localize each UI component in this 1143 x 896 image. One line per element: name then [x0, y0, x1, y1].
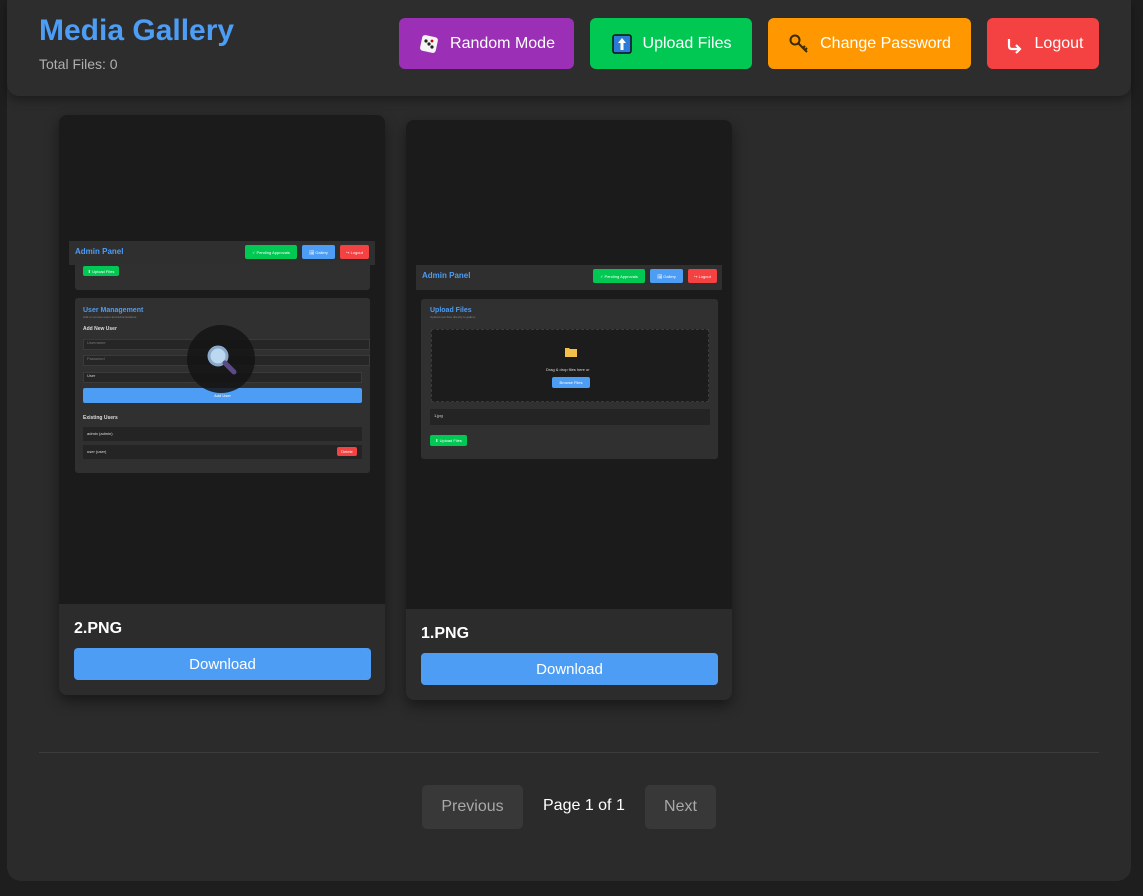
media-thumbnail[interactable]: Admin Panel ✓ Pending Approvals 🖼 Galler…	[406, 120, 732, 609]
preview-delete-button: Delete	[337, 447, 357, 456]
preview-header: Admin Panel ✓ Pending Approvals 🖼 Galler…	[69, 241, 375, 265]
media-card: Admin Panel ✓ Pending Approvals 🖼 Galler…	[59, 115, 385, 695]
preview-pending-button: ✓ Pending Approvals	[245, 245, 297, 259]
preview-section-subtitle: Upload new files directly to gallery	[430, 315, 476, 319]
download-button[interactable]: Download	[421, 653, 718, 685]
file-name: 1.PNG	[421, 625, 470, 642]
change-password-label: Change Password	[820, 34, 951, 52]
preview-user-row: user (user)	[83, 445, 362, 459]
page-info: Page 1 of 1	[543, 797, 625, 814]
preview-upload-button: ⬆ Upload Files	[83, 266, 119, 276]
preview-pending-button: ✓ Pending Approvals	[593, 269, 645, 283]
media-thumbnail[interactable]: Admin Panel ✓ Pending Approvals 🖼 Galler…	[59, 115, 385, 604]
media-card: Admin Panel ✓ Pending Approvals 🖼 Galler…	[406, 120, 732, 700]
change-password-button[interactable]: Change Password	[768, 18, 971, 69]
random-mode-button[interactable]: Random Mode	[399, 18, 574, 69]
preview-upload-panel: ⬆ Upload Files	[75, 263, 370, 290]
preview-section-title: User Management	[83, 307, 144, 314]
preview-logout-button: ↪ Logout	[688, 269, 717, 283]
file-name: 2.PNG	[74, 620, 123, 637]
app-container: Media Gallery Total Files: 0 Random Mode…	[7, 0, 1131, 881]
folder-icon	[565, 348, 577, 357]
zoom-overlay[interactable]	[187, 325, 255, 393]
preview-user-row: admin (admin)	[83, 427, 362, 441]
preview-browse-button: Browse Files	[552, 377, 590, 388]
magnifier-icon	[207, 345, 237, 375]
preview-header: Admin Panel ✓ Pending Approvals 🖼 Galler…	[416, 265, 722, 290]
previous-page-button[interactable]: Previous	[422, 785, 523, 829]
logout-arrow-icon	[1003, 33, 1025, 55]
preview-title: Admin Panel	[75, 247, 124, 256]
total-files-count: Total Files: 0	[39, 56, 118, 72]
page-title: Media Gallery	[39, 14, 235, 47]
key-icon	[788, 33, 810, 55]
logout-button[interactable]: Logout	[987, 18, 1099, 69]
preview-drop-text: Drag & drop files here or	[546, 367, 590, 372]
preview-upload-panel: Upload Files Upload new files directly t…	[421, 299, 718, 459]
preview-upload-button: ⬆ Upload Files	[430, 435, 467, 446]
upload-files-button[interactable]: Upload Files	[590, 18, 752, 69]
next-page-button[interactable]: Next	[645, 785, 716, 829]
upload-arrow-icon	[611, 33, 633, 55]
preview-file-row: 1.jpg	[430, 409, 710, 425]
pagination-divider	[39, 752, 1099, 753]
preview-gallery-button: 🖼 Gallery	[650, 269, 683, 283]
random-mode-label: Random Mode	[450, 34, 555, 52]
header-bar: Media Gallery Total Files: 0 Random Mode…	[7, 0, 1131, 96]
dice-icon	[418, 33, 440, 55]
download-button[interactable]: Download	[74, 648, 371, 680]
preview-add-new-user: Add New User	[83, 326, 117, 332]
preview-existing-users: Existing Users	[83, 415, 118, 421]
preview-section-subtitle: Add or remove users and administrators	[83, 315, 137, 319]
logout-label: Logout	[1034, 34, 1084, 52]
upload-files-label: Upload Files	[642, 34, 732, 52]
preview-logout-button: ↪ Logout	[340, 245, 369, 259]
preview-drop-zone: Drag & drop files here or Browse Files	[431, 329, 709, 402]
preview-gallery-button: 🖼 Gallery	[302, 245, 335, 259]
preview-title: Admin Panel	[422, 271, 471, 280]
preview-section-title: Upload Files	[430, 307, 472, 314]
